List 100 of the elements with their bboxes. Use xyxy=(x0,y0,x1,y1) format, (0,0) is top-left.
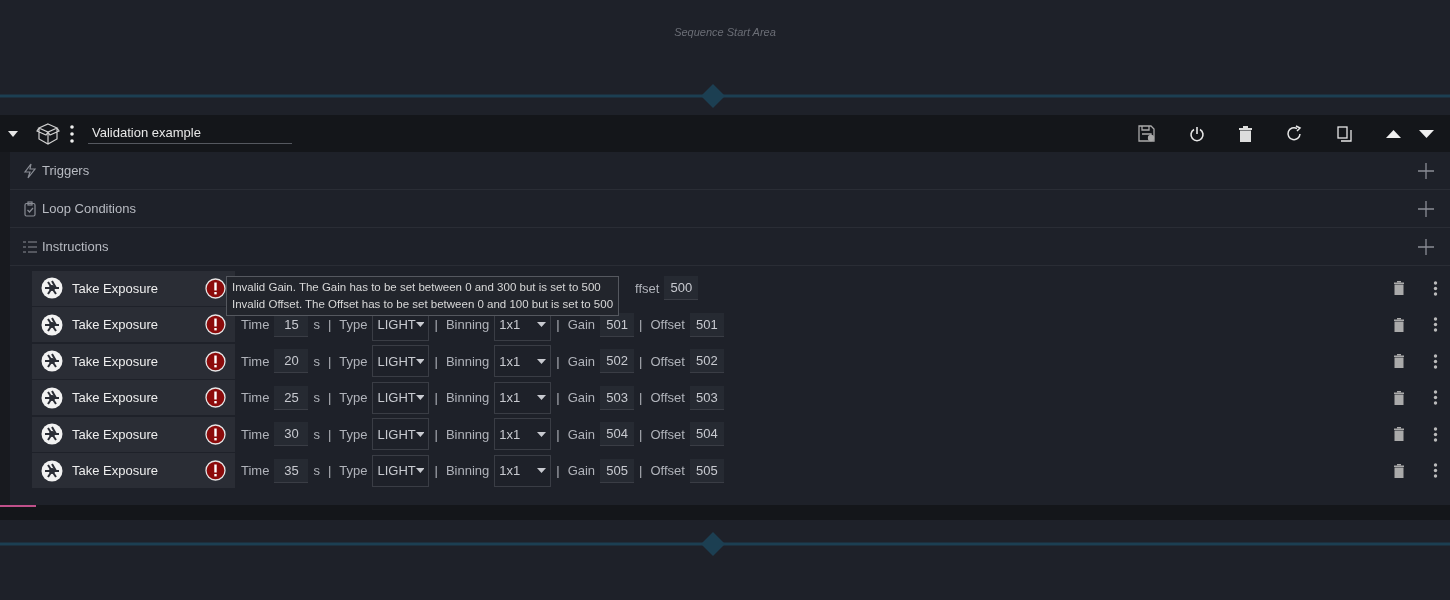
copy-icon[interactable] xyxy=(1337,125,1352,142)
more-icon[interactable] xyxy=(1433,463,1438,479)
caret-icon xyxy=(537,322,547,328)
value-field[interactable]: 20 xyxy=(274,349,309,374)
trash-icon[interactable] xyxy=(1394,463,1404,478)
more-icon[interactable] xyxy=(70,123,74,144)
separator-text: | xyxy=(556,389,560,407)
parameter-label: Time xyxy=(241,389,270,407)
parameter-label: s xyxy=(313,352,320,371)
parameter-label: Offset xyxy=(650,462,685,480)
trash-icon[interactable] xyxy=(1394,317,1404,332)
caret-icon xyxy=(415,468,425,474)
value-field[interactable]: 25 xyxy=(274,385,309,410)
dropdown[interactable]: 1x1 xyxy=(494,381,552,414)
more-icon[interactable] xyxy=(1433,390,1438,406)
caret-icon xyxy=(537,431,547,437)
value-field[interactable]: 503 xyxy=(600,385,635,410)
parameter-label: s xyxy=(313,316,320,334)
value-field[interactable]: 504 xyxy=(689,422,724,447)
error-icon[interactable] xyxy=(205,460,226,482)
more-icon[interactable] xyxy=(1433,426,1438,442)
separator-text: | xyxy=(434,352,438,371)
power-icon[interactable] xyxy=(1189,125,1205,142)
parameter-label: Offset xyxy=(650,389,685,407)
dropdown[interactable]: 1x1 xyxy=(494,345,552,378)
dropdown[interactable]: LIGHT xyxy=(372,345,430,378)
parameter-label: Time xyxy=(241,352,270,371)
dropdown[interactable]: 1x1 xyxy=(494,418,552,451)
parameter-label: Gain xyxy=(567,462,596,480)
value-field[interactable]: 35 xyxy=(274,458,309,483)
error-icon[interactable] xyxy=(205,350,226,372)
more-icon[interactable] xyxy=(1433,353,1438,369)
dropdown[interactable]: LIGHT xyxy=(372,454,430,487)
value-field[interactable]: 504 xyxy=(600,422,635,447)
refresh-icon[interactable] xyxy=(1286,125,1303,142)
value-field[interactable]: 500 xyxy=(664,276,699,301)
value-field[interactable]: 502 xyxy=(689,349,724,374)
value-field[interactable]: 501 xyxy=(689,312,724,337)
error-icon[interactable] xyxy=(205,277,226,299)
trash-icon[interactable] xyxy=(1394,390,1404,405)
value-field[interactable]: 505 xyxy=(689,458,724,483)
caret-icon xyxy=(537,358,547,364)
collapse-caret-icon[interactable] xyxy=(8,130,18,137)
progress-line xyxy=(0,505,36,507)
parameter-label: Binning xyxy=(445,316,490,334)
separator-text: | xyxy=(434,425,438,444)
clipboard-check-icon xyxy=(22,200,38,217)
parameter-label: s xyxy=(313,425,320,444)
parameter-label: s xyxy=(313,389,320,407)
section-title: Instructions xyxy=(42,237,109,256)
instruction-title: Take Exposure xyxy=(72,462,158,480)
dropdown[interactable]: LIGHT xyxy=(372,418,430,451)
value-field[interactable]: 501 xyxy=(600,312,635,337)
instruction-item[interactable]: Take Exposure xyxy=(32,453,235,489)
more-icon[interactable] xyxy=(1433,280,1438,296)
move-up-icon[interactable] xyxy=(1386,129,1401,138)
caret-icon xyxy=(415,322,425,328)
tooltip-line: Invalid Gain. The Gain has to be set between 0 and 300 but is set to 500 xyxy=(232,280,602,295)
box-icon xyxy=(36,121,60,146)
dropdown[interactable]: LIGHT xyxy=(372,381,430,414)
error-icon[interactable] xyxy=(205,387,226,409)
separator-text: | xyxy=(639,352,643,371)
instruction-title: Take Exposure xyxy=(72,352,158,371)
separator-text: | xyxy=(434,462,438,480)
separator-text: | xyxy=(327,316,332,334)
caret-icon xyxy=(415,358,425,364)
trash-icon[interactable] xyxy=(1394,354,1404,369)
value-field[interactable]: 503 xyxy=(689,385,724,410)
trash-icon[interactable] xyxy=(1394,427,1404,442)
instruction-title: Take Exposure xyxy=(72,389,158,407)
trash-icon[interactable] xyxy=(1394,281,1404,296)
add-icon[interactable] xyxy=(1418,162,1434,179)
dropdown[interactable]: 1x1 xyxy=(494,454,552,487)
error-icon[interactable] xyxy=(205,314,226,336)
value-field[interactable]: 505 xyxy=(600,458,635,483)
caret-icon xyxy=(415,431,425,437)
value-field[interactable]: 502 xyxy=(600,349,635,374)
instruction-item[interactable]: Take Exposure xyxy=(32,380,235,416)
aperture-icon xyxy=(41,386,63,409)
parameter-label: Binning xyxy=(445,462,490,480)
error-icon[interactable] xyxy=(205,423,226,445)
parameter-label: Type xyxy=(339,425,368,444)
save-icon[interactable] xyxy=(1138,125,1155,142)
parameter-label: s xyxy=(313,462,320,480)
move-down-icon[interactable] xyxy=(1419,129,1434,138)
instruction-item[interactable]: Take Exposure xyxy=(32,343,235,379)
name-field[interactable]: Validation example xyxy=(88,122,292,145)
separator-text: | xyxy=(556,425,560,444)
instruction-item[interactable]: Take Exposure xyxy=(32,307,235,343)
instruction-title: Take Exposure xyxy=(72,425,158,444)
instruction-item[interactable]: Take Exposure xyxy=(32,270,235,306)
trash-icon[interactable] xyxy=(1239,125,1252,142)
add-icon[interactable] xyxy=(1418,238,1434,255)
section-title: Loop Conditions xyxy=(42,199,136,218)
instruction-item[interactable]: Take Exposure xyxy=(32,416,235,452)
parameter-label: Gain xyxy=(567,352,596,371)
parameter-label: Offset xyxy=(650,352,685,371)
value-field[interactable]: 30 xyxy=(274,422,309,447)
more-icon[interactable] xyxy=(1433,317,1438,333)
add-icon[interactable] xyxy=(1418,200,1434,217)
